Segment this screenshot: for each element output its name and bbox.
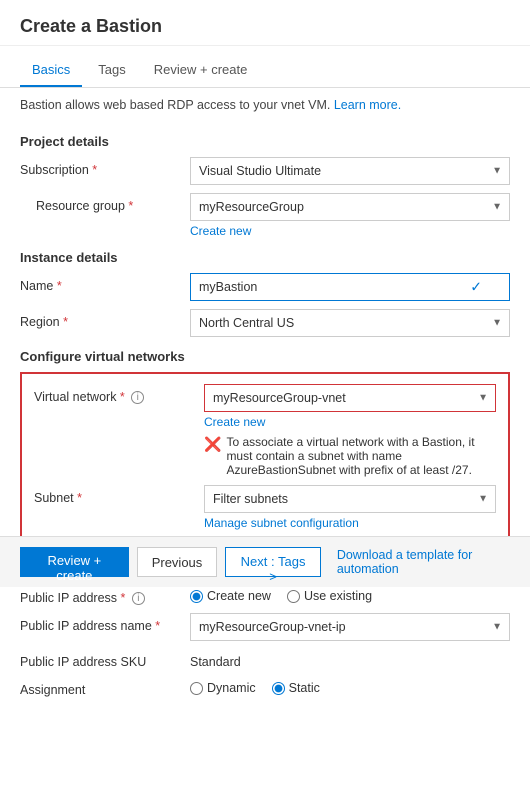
next-button[interactable]: Next : Tags > bbox=[225, 547, 321, 577]
public-ip-sku-row: Public IP address SKU Standard bbox=[20, 649, 510, 669]
vnet-input-col: myResourceGroup-vnet ▼ Create new ❌ To a… bbox=[204, 384, 496, 477]
page-description: Bastion allows web based RDP access to y… bbox=[0, 88, 530, 118]
vnet-create-new[interactable]: Create new bbox=[204, 415, 496, 429]
tab-tags[interactable]: Tags bbox=[86, 54, 137, 87]
assignment-row: Assignment Dynamic Static bbox=[20, 677, 510, 697]
subnet-input-col: Filter subnets ▼ Manage subnet configura… bbox=[204, 485, 496, 530]
footer: Review + create Previous Next : Tags > D… bbox=[0, 536, 530, 587]
page-title: Create a Bastion bbox=[20, 16, 510, 37]
region-row: Region * North Central US ▼ bbox=[20, 309, 510, 337]
vnet-select-wrapper: myResourceGroup-vnet ▼ bbox=[204, 384, 496, 412]
public-ip-existing-radio[interactable] bbox=[287, 590, 300, 603]
vnet-error-message: ❌ To associate a virtual network with a … bbox=[204, 435, 496, 477]
automation-link[interactable]: Download a template for automation bbox=[337, 548, 510, 576]
public-ip-create-new-option[interactable]: Create new bbox=[190, 589, 271, 603]
previous-button[interactable]: Previous bbox=[137, 547, 218, 577]
highlighted-section: Virtual network * i myResourceGroup-vnet… bbox=[20, 372, 510, 550]
public-ip-name-row: Public IP address name * ▼ bbox=[20, 613, 510, 641]
assignment-static-radio[interactable] bbox=[272, 682, 285, 695]
resource-group-row: Resource group * myResourceGroup ▼ Creat… bbox=[20, 193, 510, 238]
name-input-col: ✓ bbox=[190, 273, 510, 301]
assignment-label: Assignment bbox=[20, 677, 190, 697]
public-ip-name-input-col: ▼ bbox=[190, 613, 510, 641]
resource-group-create-new[interactable]: Create new bbox=[190, 224, 510, 238]
tab-review-create[interactable]: Review + create bbox=[142, 54, 260, 87]
learn-more-link[interactable]: Learn more. bbox=[334, 98, 401, 112]
subscription-row: Subscription * Visual Studio Ultimate ▼ bbox=[20, 157, 510, 185]
vnet-label: Virtual network * i bbox=[34, 384, 204, 404]
subnet-manage-link[interactable]: Manage subnet configuration bbox=[204, 516, 496, 530]
tab-bar: Basics Tags Review + create bbox=[0, 54, 530, 88]
public-ip-info-icon[interactable]: i bbox=[132, 592, 145, 605]
assignment-dynamic-radio[interactable] bbox=[190, 682, 203, 695]
subnet-select[interactable]: Filter subnets bbox=[204, 485, 496, 513]
resource-group-label: Resource group * bbox=[20, 193, 190, 213]
assignment-dynamic-option[interactable]: Dynamic bbox=[190, 681, 256, 695]
resource-group-input-col: myResourceGroup ▼ Create new bbox=[190, 193, 510, 238]
subnet-select-wrapper: Filter subnets ▼ bbox=[204, 485, 496, 513]
subscription-select[interactable]: Visual Studio Ultimate bbox=[190, 157, 510, 185]
subscription-select-wrapper: Visual Studio Ultimate ▼ bbox=[190, 157, 510, 185]
vnet-info-icon[interactable]: i bbox=[131, 391, 144, 404]
region-input-col: North Central US ▼ bbox=[190, 309, 510, 337]
subscription-label: Subscription * bbox=[20, 157, 190, 177]
public-ip-sku-value: Standard bbox=[190, 649, 510, 669]
subnet-row: Subnet * Filter subnets ▼ Manage subnet … bbox=[34, 485, 496, 530]
public-ip-radio-group: Create new Use existing bbox=[190, 585, 510, 603]
review-create-button[interactable]: Review + create bbox=[20, 547, 129, 577]
public-ip-name-label: Public IP address name * bbox=[20, 613, 190, 633]
resource-group-select-wrapper: myResourceGroup ▼ bbox=[190, 193, 510, 221]
public-ip-sku-label: Public IP address SKU bbox=[20, 649, 190, 669]
region-select[interactable]: North Central US bbox=[190, 309, 510, 337]
public-ip-create-radio[interactable] bbox=[190, 590, 203, 603]
public-ip-use-existing-option[interactable]: Use existing bbox=[287, 589, 372, 603]
assignment-radio-group: Dynamic Static bbox=[190, 677, 510, 695]
public-ip-row: Public IP address * i Create new Use exi… bbox=[20, 585, 510, 605]
error-icon: ❌ bbox=[204, 435, 221, 455]
name-input[interactable] bbox=[190, 273, 510, 301]
name-label: Name * bbox=[20, 273, 190, 293]
project-details-title: Project details bbox=[20, 134, 510, 149]
region-label: Region * bbox=[20, 309, 190, 329]
tab-basics[interactable]: Basics bbox=[20, 54, 82, 87]
assignment-input-col: Dynamic Static bbox=[190, 677, 510, 695]
public-ip-label: Public IP address * i bbox=[20, 585, 190, 605]
assignment-static-option[interactable]: Static bbox=[272, 681, 320, 695]
name-input-wrapper: ✓ bbox=[190, 273, 510, 301]
subnet-label: Subnet * bbox=[34, 485, 204, 505]
vnet-row: Virtual network * i myResourceGroup-vnet… bbox=[34, 384, 496, 477]
name-row: Name * ✓ bbox=[20, 273, 510, 301]
instance-details-title: Instance details bbox=[20, 250, 510, 265]
vnet-select[interactable]: myResourceGroup-vnet bbox=[204, 384, 496, 412]
public-ip-name-wrapper: ▼ bbox=[190, 613, 510, 641]
vnet-section-title: Configure virtual networks bbox=[20, 349, 510, 364]
public-ip-name-input[interactable] bbox=[190, 613, 510, 641]
region-select-wrapper: North Central US ▼ bbox=[190, 309, 510, 337]
subscription-input-col: Visual Studio Ultimate ▼ bbox=[190, 157, 510, 185]
public-ip-input-col: Create new Use existing bbox=[190, 585, 510, 603]
public-ip-sku-col: Standard bbox=[190, 649, 510, 669]
resource-group-select[interactable]: myResourceGroup bbox=[190, 193, 510, 221]
